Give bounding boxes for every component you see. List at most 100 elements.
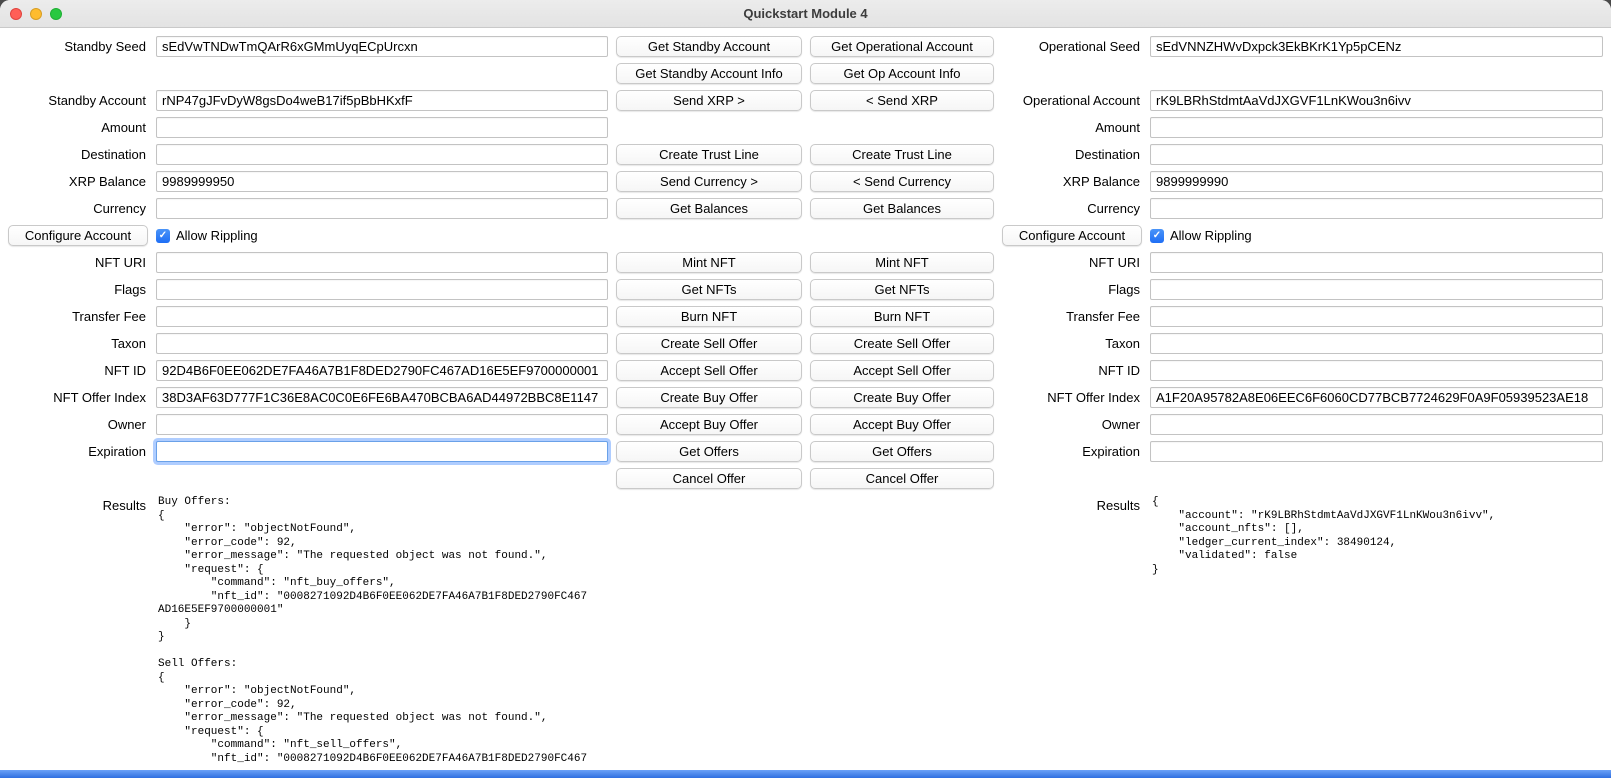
operational-amount-label: Amount: [1002, 120, 1142, 135]
standby-allow-rippling-label: Allow Rippling: [176, 228, 258, 243]
close-button[interactable]: [10, 8, 22, 20]
operational-nft-uri-input[interactable]: [1150, 252, 1603, 273]
create-trust-line-standby-button[interactable]: Create Trust Line: [616, 144, 802, 165]
accept-buy-offer-operational-button[interactable]: Accept Buy Offer: [810, 414, 994, 435]
operational-destination-label: Destination: [1002, 147, 1142, 162]
standby-seed-label: Standby Seed: [8, 39, 148, 54]
standby-transfer-fee-input[interactable]: [156, 306, 608, 327]
operational-expiration-label: Expiration: [1002, 444, 1142, 459]
create-trust-line-operational-button[interactable]: Create Trust Line: [810, 144, 994, 165]
operational-seed-input[interactable]: [1150, 36, 1603, 57]
standby-destination-input[interactable]: [156, 144, 608, 165]
create-sell-offer-standby-button[interactable]: Create Sell Offer: [616, 333, 802, 354]
send-currency-operational-button[interactable]: < Send Currency: [810, 171, 994, 192]
operational-owner-label: Owner: [1002, 417, 1142, 432]
standby-nft-offer-index-input[interactable]: [156, 387, 608, 408]
operational-flags-input[interactable]: [1150, 279, 1603, 300]
configure-operational-account-button[interactable]: Configure Account: [1002, 225, 1142, 246]
accept-sell-offer-standby-button[interactable]: Accept Sell Offer: [616, 360, 802, 381]
get-offers-standby-button[interactable]: Get Offers: [616, 441, 802, 462]
operational-account-input[interactable]: [1150, 90, 1603, 111]
create-sell-offer-operational-button[interactable]: Create Sell Offer: [810, 333, 994, 354]
get-standby-account-button[interactable]: Get Standby Account: [616, 36, 802, 57]
get-nfts-operational-button[interactable]: Get NFTs: [810, 279, 994, 300]
accept-buy-offer-standby-button[interactable]: Accept Buy Offer: [616, 414, 802, 435]
standby-amount-label: Amount: [8, 120, 148, 135]
operational-amount-input[interactable]: [1150, 117, 1603, 138]
operational-nft-id-label: NFT ID: [1002, 363, 1142, 378]
burn-nft-standby-button[interactable]: Burn NFT: [616, 306, 802, 327]
get-offers-operational-button[interactable]: Get Offers: [810, 441, 994, 462]
create-buy-offer-standby-button[interactable]: Create Buy Offer: [616, 387, 802, 408]
main-form: Standby Seed Get Standby Account Get Ope…: [0, 28, 1611, 765]
operational-transfer-fee-label: Transfer Fee: [1002, 309, 1142, 324]
mint-nft-standby-button[interactable]: Mint NFT: [616, 252, 802, 273]
operational-xrp-balance-input[interactable]: [1150, 171, 1603, 192]
window-title: Quickstart Module 4: [743, 6, 867, 21]
accept-sell-offer-operational-button[interactable]: Accept Sell Offer: [810, 360, 994, 381]
zoom-button[interactable]: [50, 8, 62, 20]
operational-nft-id-input[interactable]: [1150, 360, 1603, 381]
operational-transfer-fee-input[interactable]: [1150, 306, 1603, 327]
operational-results-box[interactable]: { "account": "rK9LBRhStdmtAaVdJXGVF1LnKW…: [1150, 495, 1603, 765]
get-operational-account-button[interactable]: Get Operational Account: [810, 36, 994, 57]
burn-nft-operational-button[interactable]: Burn NFT: [810, 306, 994, 327]
operational-nft-offer-index-input[interactable]: [1150, 387, 1603, 408]
standby-account-input[interactable]: [156, 90, 608, 111]
operational-nft-uri-label: NFT URI: [1002, 255, 1142, 270]
standby-expiration-input[interactable]: [156, 441, 608, 462]
operational-currency-label: Currency: [1002, 201, 1142, 216]
send-xrp-operational-button[interactable]: < Send XRP: [810, 90, 994, 111]
operational-allow-rippling: Allow Rippling: [1150, 228, 1603, 243]
standby-taxon-input[interactable]: [156, 333, 608, 354]
operational-flags-label: Flags: [1002, 282, 1142, 297]
standby-transfer-fee-label: Transfer Fee: [8, 309, 148, 324]
standby-owner-input[interactable]: [156, 414, 608, 435]
standby-amount-input[interactable]: [156, 117, 608, 138]
operational-allow-rippling-checkbox[interactable]: [1150, 229, 1164, 243]
standby-results-box[interactable]: Buy Offers: { "error": "objectNotFound",…: [156, 495, 608, 765]
send-currency-standby-button[interactable]: Send Currency >: [616, 171, 802, 192]
get-standby-account-info-button[interactable]: Get Standby Account Info: [616, 63, 802, 84]
standby-flags-input[interactable]: [156, 279, 608, 300]
create-buy-offer-operational-button[interactable]: Create Buy Offer: [810, 387, 994, 408]
bottom-edge-strip: [0, 770, 1611, 778]
send-xrp-standby-button[interactable]: Send XRP >: [616, 90, 802, 111]
get-op-account-info-button[interactable]: Get Op Account Info: [810, 63, 994, 84]
standby-nft-uri-input[interactable]: [156, 252, 608, 273]
get-nfts-standby-button[interactable]: Get NFTs: [616, 279, 802, 300]
standby-xrp-balance-input[interactable]: [156, 171, 608, 192]
operational-owner-input[interactable]: [1150, 414, 1603, 435]
operational-taxon-input[interactable]: [1150, 333, 1603, 354]
standby-seed-input[interactable]: [156, 36, 608, 57]
standby-destination-label: Destination: [8, 147, 148, 162]
mint-nft-operational-button[interactable]: Mint NFT: [810, 252, 994, 273]
cancel-offer-operational-button[interactable]: Cancel Offer: [810, 468, 994, 489]
operational-results-label: Results: [1002, 495, 1142, 513]
operational-currency-input[interactable]: [1150, 198, 1603, 219]
app-window: Quickstart Module 4 Standby Seed Get Sta…: [0, 0, 1611, 778]
standby-nft-id-input[interactable]: [156, 360, 608, 381]
operational-account-label: Operational Account: [1002, 93, 1142, 108]
standby-nft-id-label: NFT ID: [8, 363, 148, 378]
operational-seed-label: Operational Seed: [1002, 39, 1142, 54]
standby-nft-offer-index-label: NFT Offer Index: [8, 390, 148, 405]
standby-allow-rippling-checkbox[interactable]: [156, 229, 170, 243]
operational-nft-offer-index-label: NFT Offer Index: [1002, 390, 1142, 405]
get-balances-standby-button[interactable]: Get Balances: [616, 198, 802, 219]
configure-standby-account-button[interactable]: Configure Account: [8, 225, 148, 246]
get-balances-operational-button[interactable]: Get Balances: [810, 198, 994, 219]
operational-destination-input[interactable]: [1150, 144, 1603, 165]
standby-currency-input[interactable]: [156, 198, 608, 219]
standby-taxon-label: Taxon: [8, 336, 148, 351]
cancel-offer-standby-button[interactable]: Cancel Offer: [616, 468, 802, 489]
standby-allow-rippling: Allow Rippling: [156, 228, 608, 243]
traffic-lights: [10, 0, 62, 27]
operational-expiration-input[interactable]: [1150, 441, 1603, 462]
operational-allow-rippling-label: Allow Rippling: [1170, 228, 1252, 243]
standby-currency-label: Currency: [8, 201, 148, 216]
minimize-button[interactable]: [30, 8, 42, 20]
standby-expiration-label: Expiration: [8, 444, 148, 459]
standby-nft-uri-label: NFT URI: [8, 255, 148, 270]
operational-taxon-label: Taxon: [1002, 336, 1142, 351]
